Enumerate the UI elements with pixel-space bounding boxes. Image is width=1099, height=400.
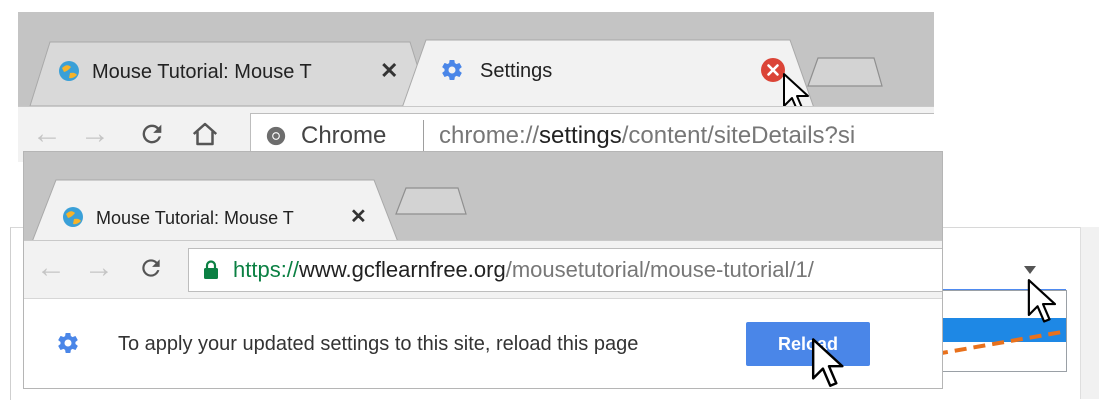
globe-favicon-icon [63,207,83,227]
url-scheme: https:// [233,257,300,282]
mouse-cursor-icon [811,338,844,387]
infobar-message: To apply your updated settings to this s… [118,333,639,355]
settings-scrollbar[interactable] [1080,227,1099,399]
reload-infobar: To apply your updated settings to this s… [24,298,942,388]
url-host: settings [539,122,622,149]
gear-icon [58,333,78,353]
bottom-toolbar: ← → https://www.gcflearnfree.org/mousetu… [24,240,942,299]
home-icon[interactable] [190,119,220,149]
lock-icon [204,260,218,279]
mouse-cursor-icon [1027,279,1057,323]
reload-icon[interactable] [138,255,164,281]
close-icon[interactable]: ✕ [350,205,367,229]
bottom-url-text: https://www.gcflearnfree.org/mousetutori… [233,257,814,283]
top-tab-active-title: Settings [480,60,553,82]
top-browser-window: Mouse Tutorial: Mouse T ✕ Settings ← → C… [18,12,934,162]
url-path: /mousetutorial/mouse-tutorial/1/ [505,257,814,282]
gear-icon [442,60,462,80]
reload-button[interactable]: Reload [746,322,870,366]
omnibox-divider [423,120,424,152]
close-icon[interactable]: ✕ [380,58,398,84]
bottom-omnibox[interactable]: https://www.gcflearnfree.org/mousetutori… [188,248,942,292]
bottom-browser-window: Mouse Tutorial: Mouse T ✕ ← → https://ww… [24,152,942,388]
top-tab-inactive-title: Mouse Tutorial: Mouse T [92,61,312,83]
forward-arrow-icon[interactable]: → [84,253,114,283]
dropdown-arrow-icon[interactable] [1022,264,1038,276]
bottom-tab-title: Mouse Tutorial: Mouse T [96,208,294,228]
url-scheme: chrome:// [439,122,540,149]
site-chip-label: Chrome [301,122,387,149]
annotation-dashed-arrow [935,330,1063,356]
url-host: www.gcflearnfree.org [299,257,506,282]
top-url-text: chrome://settings/content/siteDetails?si [439,122,855,150]
back-arrow-icon[interactable]: ← [36,253,66,283]
forward-arrow-icon[interactable]: → [80,119,110,149]
top-new-tab-button[interactable] [807,57,883,87]
chrome-logo-icon [266,126,286,146]
url-path: /content/siteDetails?si [621,122,856,149]
back-arrow-icon[interactable]: ← [32,119,62,149]
reload-icon[interactable] [138,120,166,148]
bottom-new-tab-button[interactable] [395,187,467,215]
globe-favicon-icon [59,61,79,81]
